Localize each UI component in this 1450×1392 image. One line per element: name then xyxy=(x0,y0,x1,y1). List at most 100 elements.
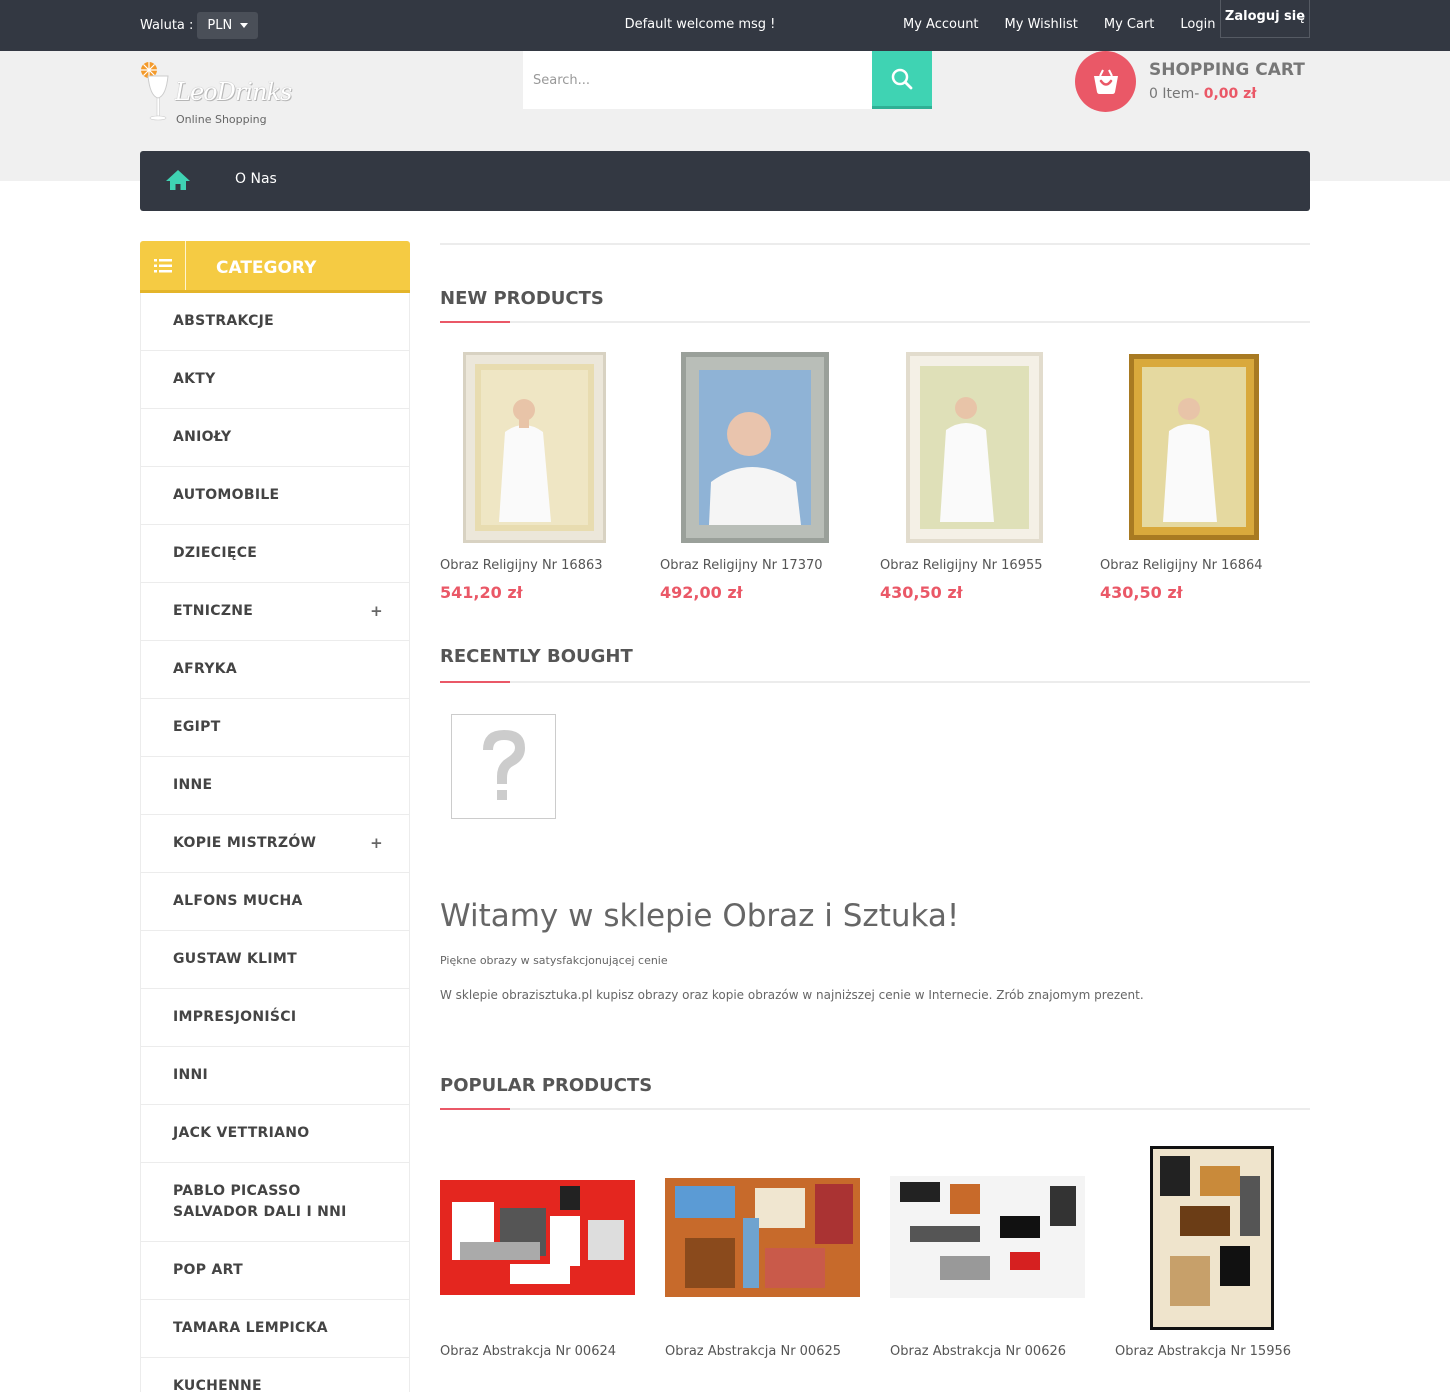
product-name[interactable]: Obraz Abstrakcja Nr 00626 xyxy=(890,1344,1066,1359)
currency-switcher: Waluta : PLN xyxy=(140,12,259,39)
category-item[interactable]: KUCHENNE xyxy=(141,1358,409,1392)
cocktail-icon xyxy=(141,62,169,121)
category-item[interactable]: JACK VETTRIANO xyxy=(141,1105,409,1163)
basket-icon xyxy=(1093,69,1118,94)
welcome-title: Witamy w sklepie Obraz i Sztuka! xyxy=(440,898,960,934)
my-cart-link[interactable]: My Cart xyxy=(1104,17,1155,32)
nav-item-o-nas[interactable]: O Nas xyxy=(235,171,277,187)
product-name[interactable]: Obraz Religijny Nr 17370 xyxy=(660,558,823,573)
category-label: INNE xyxy=(173,777,213,793)
zaloguj-button[interactable]: Zaloguj się xyxy=(1220,0,1310,38)
plus-icon[interactable]: + xyxy=(370,601,383,622)
login-link[interactable]: Login xyxy=(1180,17,1215,32)
product-image[interactable] xyxy=(440,1180,635,1295)
product-image[interactable] xyxy=(681,352,829,543)
account-links: My Account My Wishlist My Cart Login xyxy=(890,17,1228,32)
logo-subtitle: Online Shopping xyxy=(176,113,267,126)
cart-item-count: 0 Item- xyxy=(1149,86,1200,102)
section-divider xyxy=(440,681,1310,683)
product-name[interactable]: Obraz Abstrakcja Nr 15956 xyxy=(1115,1344,1291,1359)
top-bar: Waluta : PLN Default welcome msg ! My Ac… xyxy=(0,0,1450,51)
category-item[interactable]: POP ART xyxy=(141,1242,409,1300)
my-account-link[interactable]: My Account xyxy=(903,17,979,32)
category-item[interactable]: ANIOŁY xyxy=(141,409,409,467)
welcome-message: Default welcome msg ! xyxy=(624,17,776,32)
category-label: POP ART xyxy=(173,1262,243,1278)
popular-products-title: POPULAR PRODUCTS xyxy=(440,1075,653,1096)
currency-label: Waluta : xyxy=(140,18,194,33)
section-divider xyxy=(440,321,1310,323)
section-divider xyxy=(440,1108,1310,1110)
product-name[interactable]: Obraz Abstrakcja Nr 00625 xyxy=(665,1344,841,1359)
category-item[interactable]: INNI xyxy=(141,1047,409,1105)
search-icon xyxy=(891,68,913,89)
product-price: 430,50 zł xyxy=(880,583,963,602)
product-image[interactable] xyxy=(665,1178,860,1297)
product-name[interactable]: Obraz Abstrakcja Nr 00624 xyxy=(440,1344,616,1359)
category-item[interactable]: GUSTAW KLIMT xyxy=(141,931,409,989)
category-item[interactable]: AUTOMOBILE xyxy=(141,467,409,525)
home-button[interactable] xyxy=(165,169,191,195)
category-label: ETNICZNE xyxy=(173,603,254,619)
category-label: INNI xyxy=(173,1067,209,1083)
category-header: CATEGORY xyxy=(140,241,410,293)
category-label: ABSTRAKCJE xyxy=(173,313,275,329)
category-label: IMPRESJONIŚCI xyxy=(173,1009,297,1025)
category-label: ANIOŁY xyxy=(173,429,232,445)
category-label: AUTOMOBILE xyxy=(173,487,280,503)
new-products-title: NEW PRODUCTS xyxy=(440,288,604,309)
category-item[interactable]: KOPIE MISTRZÓW + xyxy=(141,815,409,873)
cart-total: 0,00 zł xyxy=(1203,86,1257,102)
logo[interactable]: LeoDrinks Online Shopping xyxy=(140,56,292,126)
search-input[interactable] xyxy=(523,51,872,109)
cart-summary: 0 Item- 0,00 zł xyxy=(1149,86,1257,102)
question-mark-icon xyxy=(482,729,525,800)
category-item[interactable]: PABLO PICASSO SALVADOR DALI I NNI xyxy=(141,1163,409,1242)
product-image[interactable] xyxy=(463,352,606,543)
category-item[interactable]: INNE xyxy=(141,757,409,815)
plus-icon[interactable]: + xyxy=(370,833,383,854)
search-button[interactable] xyxy=(872,51,932,109)
currency-select[interactable]: PLN xyxy=(197,12,259,39)
product-image[interactable] xyxy=(1150,1146,1274,1330)
my-wishlist-link[interactable]: My Wishlist xyxy=(1005,17,1078,32)
category-item[interactable]: TAMARA LEMPICKA xyxy=(141,1300,409,1358)
category-item[interactable]: ETNICZNE + xyxy=(141,583,409,641)
category-item[interactable]: ABSTRAKCJE xyxy=(141,293,409,351)
currency-value: PLN xyxy=(207,18,233,33)
divider xyxy=(440,243,1310,245)
category-item[interactable]: ALFONS MUCHA xyxy=(141,873,409,931)
product-image[interactable] xyxy=(906,352,1043,543)
category-title: CATEGORY xyxy=(216,258,317,278)
product-price: 541,20 zł xyxy=(440,583,523,602)
category-list: ABSTRAKCJE AKTY ANIOŁY AUTOMOBILE DZIECIĘCE E… xyxy=(140,293,410,1392)
product-name[interactable]: Obraz Religijny Nr 16864 xyxy=(1100,558,1263,573)
placeholder-image[interactable] xyxy=(451,714,556,819)
category-label: EGIPT xyxy=(173,719,221,735)
main-nav: O Nas xyxy=(140,151,1310,211)
recently-bought-title: RECENTLY BOUGHT xyxy=(440,646,633,667)
product-price: 492,00 zł xyxy=(660,583,743,602)
product-name[interactable]: Obraz Religijny Nr 16863 xyxy=(440,558,603,573)
welcome-text: W sklepie obrazisztuka.pl kupisz obrazy … xyxy=(440,988,1144,1002)
chevron-down-icon xyxy=(240,23,249,28)
category-label: KUCHENNE xyxy=(173,1378,262,1392)
category-item[interactable]: EGIPT xyxy=(141,699,409,757)
category-label: KOPIE MISTRZÓW xyxy=(173,835,317,851)
category-item[interactable]: AKTY xyxy=(141,351,409,409)
product-image[interactable] xyxy=(890,1176,1085,1298)
product-image[interactable] xyxy=(1129,354,1259,540)
category-item[interactable]: IMPRESJONIŚCI xyxy=(141,989,409,1047)
cart-button[interactable] xyxy=(1075,51,1136,112)
product-price: 430,50 zł xyxy=(1100,583,1183,602)
category-label: JACK VETTRIANO xyxy=(173,1125,310,1141)
category-label: AFRYKA xyxy=(173,661,238,677)
product-name[interactable]: Obraz Religijny Nr 16955 xyxy=(880,558,1043,573)
category-item[interactable]: AFRYKA xyxy=(141,641,409,699)
cart-title[interactable]: SHOPPING CART xyxy=(1149,60,1305,80)
category-label: TAMARA LEMPICKA xyxy=(173,1320,328,1336)
search-bar xyxy=(523,51,932,109)
category-label: GUSTAW KLIMT xyxy=(173,951,297,967)
category-item[interactable]: DZIECIĘCE xyxy=(141,525,409,583)
list-icon xyxy=(140,241,186,290)
